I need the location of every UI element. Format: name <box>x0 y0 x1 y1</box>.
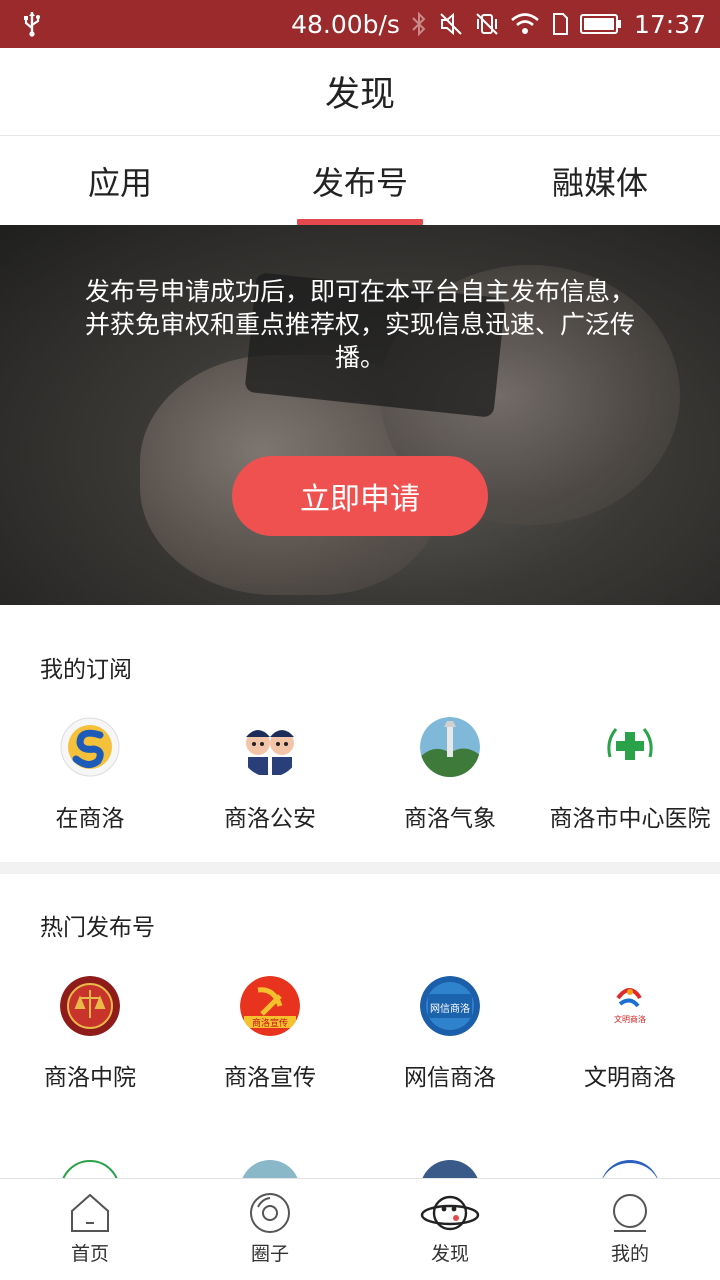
banner-line-3: 播。 <box>334 343 385 372</box>
subscription-item[interactable]: 在商洛 <box>0 717 180 833</box>
bottom-nav: 首页 圈子 发现 我的 <box>0 1178 720 1280</box>
subscription-label: 商洛市中心医院 <box>549 806 711 832</box>
hot-item[interactable]: 商洛宣传 商洛宣传 <box>180 976 360 1092</box>
tab-bar: 应用 发布号 融媒体 <box>0 137 720 225</box>
hot-title: 热门发布号 <box>40 915 155 941</box>
subscription-label: 商洛公安 <box>224 806 316 832</box>
network-speed: 48.00b/s <box>291 9 400 39</box>
hot-section: 热门发布号 商洛中院 商洛宣传 商洛宣传 网信商洛 网信商洛 文明商洛 文明商洛 <box>0 874 720 1178</box>
partial-logo <box>240 1160 300 1178</box>
court-logo <box>60 976 120 1036</box>
wangxin-logo: 网信商洛 <box>420 976 480 1036</box>
vibrate-off-icon <box>476 13 498 35</box>
banner: 发布号申请成功后，即可在本平台自主发布信息， 并获免审权和重点推荐权，实现信息迅… <box>0 225 720 605</box>
partial-logo <box>420 1160 480 1178</box>
hot-item[interactable]: 商洛中院 <box>0 976 180 1092</box>
subscriptions-section: 我的订阅 在商洛 商洛公安 商洛气象 商洛市中心医院 <box>0 605 720 862</box>
page-title: 发现 <box>324 75 395 115</box>
hot-label: 商洛宣传 <box>224 1065 316 1091</box>
usb-icon <box>24 12 40 37</box>
nav-circle-label: 圈子 <box>250 1243 289 1265</box>
subscription-label: 在商洛 <box>55 806 125 832</box>
subscription-item[interactable]: 商洛市中心医院 <box>540 717 720 833</box>
banner-description: 发布号申请成功后，即可在本平台自主发布信息， 并获免审权和重点推荐权，实现信息迅… <box>40 275 680 374</box>
tab-publisher[interactable]: 发布号 <box>240 137 480 225</box>
profile-icon <box>613 1194 647 1232</box>
clock: 17:37 <box>633 9 706 39</box>
nav-home[interactable]: 首页 <box>0 1179 180 1280</box>
partial-logo <box>60 1160 120 1178</box>
wifi-icon <box>511 13 539 34</box>
nav-discover-label: 发现 <box>430 1243 469 1265</box>
mute-icon <box>440 12 462 36</box>
home-icon <box>71 1193 109 1232</box>
status-bar: 48.00b/s 17:37 <box>0 0 720 48</box>
nav-profile-label: 我的 <box>610 1243 649 1265</box>
hot-label: 文明商洛 <box>584 1065 676 1091</box>
hospital-logo <box>601 718 659 776</box>
subscription-item[interactable]: 商洛气象 <box>360 717 540 833</box>
nav-profile[interactable]: 我的 <box>540 1179 720 1280</box>
bluetooth-icon <box>412 11 426 37</box>
header: 发现 <box>0 48 720 136</box>
subscription-item[interactable]: 商洛公安 <box>180 717 360 833</box>
subscriptions-title: 我的订阅 <box>40 657 132 683</box>
nav-circle[interactable]: 圈子 <box>180 1179 360 1280</box>
nav-home-label: 首页 <box>70 1243 109 1265</box>
police-logo <box>241 718 299 776</box>
partial-logo <box>600 1160 660 1178</box>
weather-logo <box>420 717 480 777</box>
hot-label: 网信商洛 <box>404 1065 496 1091</box>
publicity-logo: 商洛宣传 <box>240 976 300 1036</box>
section-divider <box>0 862 720 874</box>
wenming-logo-text: 文明商洛 <box>614 1014 646 1024</box>
wenming-logo: 文明商洛 <box>600 976 660 1036</box>
banner-line-1: 发布号申请成功后，即可在本平台自主发布信息， <box>84 277 635 306</box>
publicity-logo-text: 商洛宣传 <box>252 1017 288 1029</box>
sim-icon <box>552 13 568 35</box>
wangxin-logo-text: 网信商洛 <box>430 1002 470 1015</box>
hot-item[interactable]: 文明商洛 文明商洛 <box>540 976 720 1092</box>
battery-icon <box>579 14 621 34</box>
planet-icon <box>420 1195 480 1231</box>
tab-apps[interactable]: 应用 <box>0 137 240 225</box>
tab-media[interactable]: 融媒体 <box>480 137 720 225</box>
hot-item[interactable]: 网信商洛 网信商洛 <box>360 976 540 1092</box>
circle-icon <box>250 1193 290 1233</box>
zaishangluo-logo <box>60 717 120 777</box>
hot-label: 商洛中院 <box>44 1065 136 1091</box>
banner-line-2: 并获免审权和重点推荐权，实现信息迅速、广泛传 <box>84 310 635 339</box>
subscription-label: 商洛气象 <box>404 806 496 832</box>
nav-discover[interactable]: 发现 <box>360 1179 540 1280</box>
apply-now-button[interactable]: 立即申请 <box>232 456 488 536</box>
